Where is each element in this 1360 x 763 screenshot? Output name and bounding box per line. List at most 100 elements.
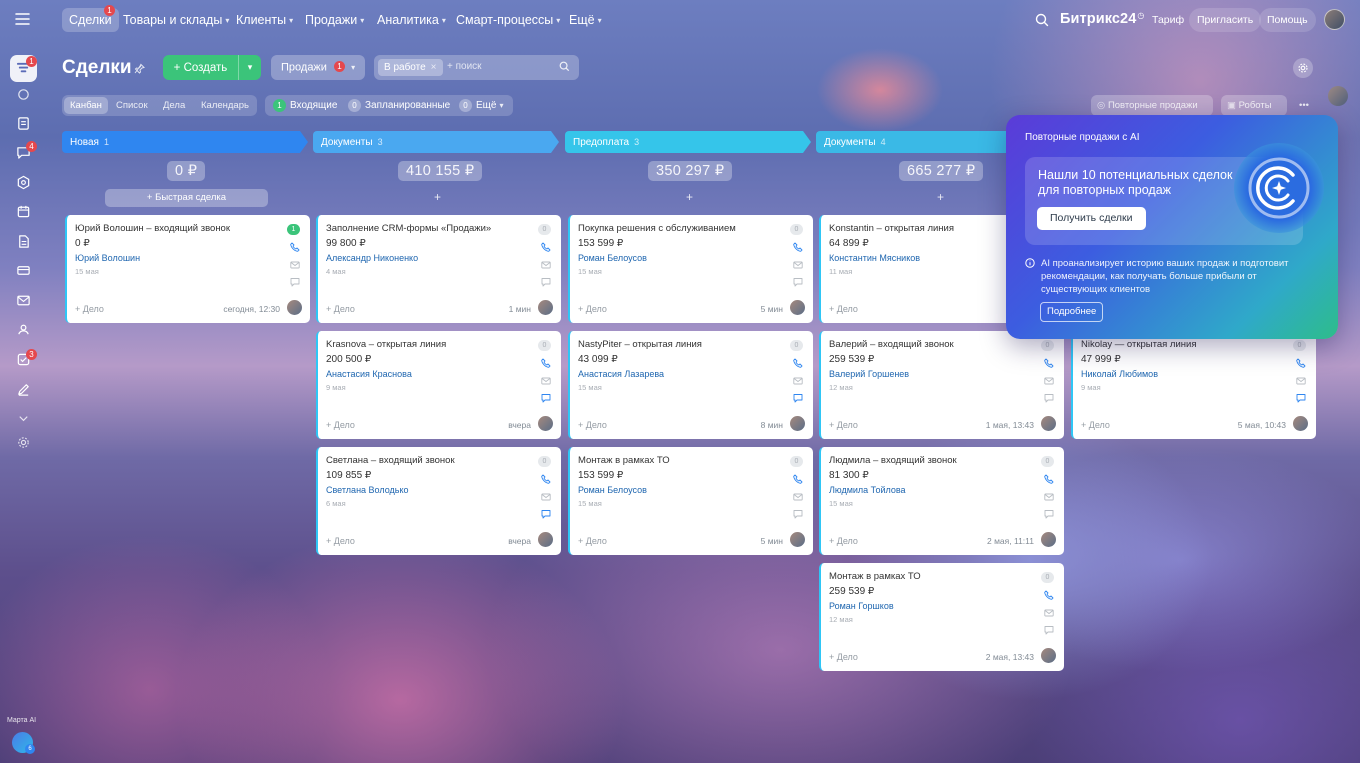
add-task-button[interactable]: + Дело bbox=[829, 420, 858, 430]
deal-contact[interactable]: Анастасия Лазарева bbox=[578, 369, 664, 379]
get-deals-button[interactable]: Получить сделки bbox=[1037, 207, 1146, 230]
deal-title[interactable]: Konstantin – открытая линия bbox=[829, 223, 954, 234]
activity-counter[interactable]: 0 bbox=[538, 340, 551, 351]
phone-icon[interactable] bbox=[541, 242, 551, 252]
phone-icon[interactable] bbox=[793, 474, 803, 484]
chat-icon[interactable] bbox=[1044, 509, 1054, 519]
search-icon[interactable] bbox=[1035, 13, 1049, 27]
menu-icon[interactable] bbox=[14, 12, 32, 26]
phone-icon[interactable] bbox=[1296, 358, 1306, 368]
sidebar-expand[interactable] bbox=[14, 409, 33, 428]
nav-item-products[interactable]: Товары и склады ▾ bbox=[123, 8, 229, 32]
responsible-avatar[interactable] bbox=[1041, 648, 1056, 663]
deal-title[interactable]: Монтаж в рамках ТО bbox=[829, 571, 921, 582]
deal-contact[interactable]: Николай Любимов bbox=[1081, 369, 1158, 379]
phone-icon[interactable] bbox=[1044, 358, 1054, 368]
column-new-header[interactable]: Новая 1 bbox=[62, 131, 308, 153]
tab-list[interactable]: Список bbox=[110, 97, 154, 114]
deal-contact[interactable]: Александр Никоненко bbox=[326, 253, 418, 263]
nav-item-clients[interactable]: Клиенты ▾ bbox=[236, 8, 293, 32]
deal-card[interactable]: Krasnova – открытая линия 0 200 500 ₽ Анаст… bbox=[316, 331, 561, 439]
activity-counter[interactable]: 0 bbox=[790, 340, 803, 351]
mail-icon[interactable] bbox=[1044, 376, 1054, 386]
bitrix24-logo[interactable]: Битрикс24◷ bbox=[1060, 11, 1144, 27]
deal-card[interactable]: Светлана – входящий звонок 0 109 855 ₽ Свет… bbox=[316, 447, 561, 555]
deal-title[interactable]: Юрий Волошин – входящий звонок bbox=[75, 223, 230, 234]
deal-card[interactable]: Валерий – входящий звонок 0 259 539 ₽ Валер… bbox=[819, 331, 1064, 439]
responsible-avatar[interactable] bbox=[1041, 416, 1056, 431]
create-dropdown-button[interactable]: ▾ bbox=[238, 55, 261, 80]
nav-item-sales[interactable]: Продажи ▾ bbox=[305, 8, 364, 32]
deal-title[interactable]: Валерий – входящий звонок bbox=[829, 339, 954, 350]
sidebar-item-store[interactable] bbox=[14, 261, 33, 280]
deal-contact[interactable]: Константин Мясников bbox=[829, 253, 920, 263]
add-task-button[interactable]: + Дело bbox=[829, 304, 858, 314]
activity-counter[interactable]: 0 bbox=[790, 224, 803, 235]
responsible-avatar[interactable] bbox=[790, 532, 805, 547]
chat-icon[interactable] bbox=[541, 509, 551, 519]
invite-button[interactable]: Пригласить bbox=[1189, 8, 1262, 32]
add-task-button[interactable]: + Дело bbox=[829, 652, 858, 662]
nav-item-smart-processes[interactable]: Смарт-процессы ▾ bbox=[456, 8, 560, 32]
phone-icon[interactable] bbox=[290, 242, 300, 252]
mail-icon[interactable] bbox=[793, 492, 803, 502]
mail-icon[interactable] bbox=[541, 376, 551, 386]
sidebar-item-mail[interactable] bbox=[14, 291, 33, 310]
responsible-avatar[interactable] bbox=[538, 416, 553, 431]
activity-counter[interactable]: 0 bbox=[538, 224, 551, 235]
sidebar-item-drive[interactable] bbox=[14, 232, 33, 251]
nav-item-analytics[interactable]: Аналитика ▾ bbox=[377, 8, 446, 32]
chat-icon[interactable] bbox=[793, 393, 803, 403]
deal-title[interactable]: Покупка решения с обслуживанием bbox=[578, 223, 736, 234]
deal-title[interactable]: Krasnova – открытая линия bbox=[326, 339, 446, 350]
deal-contact[interactable]: Юрий Волошин bbox=[75, 253, 140, 263]
deal-card[interactable]: Монтаж в рамках ТО 0 259 539 ₽ Роман Горшко… bbox=[819, 563, 1064, 671]
deal-contact[interactable]: Роман Белоусов bbox=[578, 485, 647, 495]
activity-counter[interactable]: 0 bbox=[1041, 340, 1054, 351]
column-prepayment-header[interactable]: Предоплата 3 bbox=[565, 131, 811, 153]
mail-icon[interactable] bbox=[1044, 608, 1054, 618]
create-button[interactable]: + Создать ▾ bbox=[163, 55, 261, 80]
add-task-button[interactable]: + Дело bbox=[578, 420, 607, 430]
activity-counter[interactable]: 0 bbox=[1041, 572, 1054, 583]
mail-icon[interactable] bbox=[541, 492, 551, 502]
deal-contact[interactable]: Роман Горшков bbox=[829, 601, 894, 611]
tab-kanban[interactable]: Канбан bbox=[64, 97, 108, 114]
deal-title[interactable]: Nikolay — открытая линия bbox=[1081, 339, 1196, 350]
activity-counter[interactable]: 0 bbox=[538, 456, 551, 467]
add-task-button[interactable]: + Дело bbox=[326, 536, 355, 546]
filter-chip-in-progress[interactable]: В работе × bbox=[378, 59, 443, 76]
chat-icon[interactable] bbox=[1296, 393, 1306, 403]
responsible-avatar[interactable] bbox=[1293, 416, 1308, 431]
column-add-icon[interactable]: + bbox=[434, 190, 441, 204]
deal-title[interactable]: Заполнение CRM-формы «Продажи» bbox=[326, 223, 491, 234]
add-task-button[interactable]: + Дело bbox=[578, 536, 607, 546]
mail-icon[interactable] bbox=[1044, 492, 1054, 502]
add-task-button[interactable]: + Дело bbox=[75, 304, 104, 314]
activity-counter[interactable]: 1 bbox=[287, 224, 300, 235]
more-menu-button[interactable]: ••• bbox=[1291, 95, 1317, 116]
sidebar-item-employees[interactable] bbox=[14, 320, 33, 339]
responsible-avatar[interactable] bbox=[287, 300, 302, 315]
chat-icon[interactable] bbox=[541, 277, 551, 287]
search-filter-bar[interactable]: В работе × + поиск bbox=[374, 55, 579, 80]
mail-icon[interactable] bbox=[793, 260, 803, 270]
pin-icon[interactable] bbox=[134, 63, 145, 74]
column-add-icon[interactable]: + bbox=[686, 190, 693, 204]
add-task-button[interactable]: + Дело bbox=[578, 304, 607, 314]
help-button[interactable]: Помощь bbox=[1259, 8, 1316, 32]
deal-card[interactable]: Покупка решения с обслуживанием 0 153 599 … bbox=[568, 215, 813, 323]
responsible-avatar[interactable] bbox=[538, 300, 553, 315]
chat-icon[interactable] bbox=[1044, 393, 1054, 403]
column-documents-header[interactable]: Документы 3 bbox=[313, 131, 559, 153]
mail-icon[interactable] bbox=[541, 260, 551, 270]
tariff-button[interactable]: Тариф bbox=[1144, 8, 1192, 32]
column-add-icon[interactable]: + bbox=[937, 190, 944, 204]
phone-icon[interactable] bbox=[793, 358, 803, 368]
chat-icon[interactable] bbox=[290, 277, 300, 287]
chat-icon[interactable] bbox=[1044, 625, 1054, 635]
add-task-button[interactable]: + Дело bbox=[326, 304, 355, 314]
more-details-button[interactable]: Подробнее bbox=[1040, 302, 1104, 322]
deal-contact[interactable]: Анастасия Краснова bbox=[326, 369, 412, 379]
filter-planned[interactable]: 0 Запланированные bbox=[348, 98, 450, 113]
